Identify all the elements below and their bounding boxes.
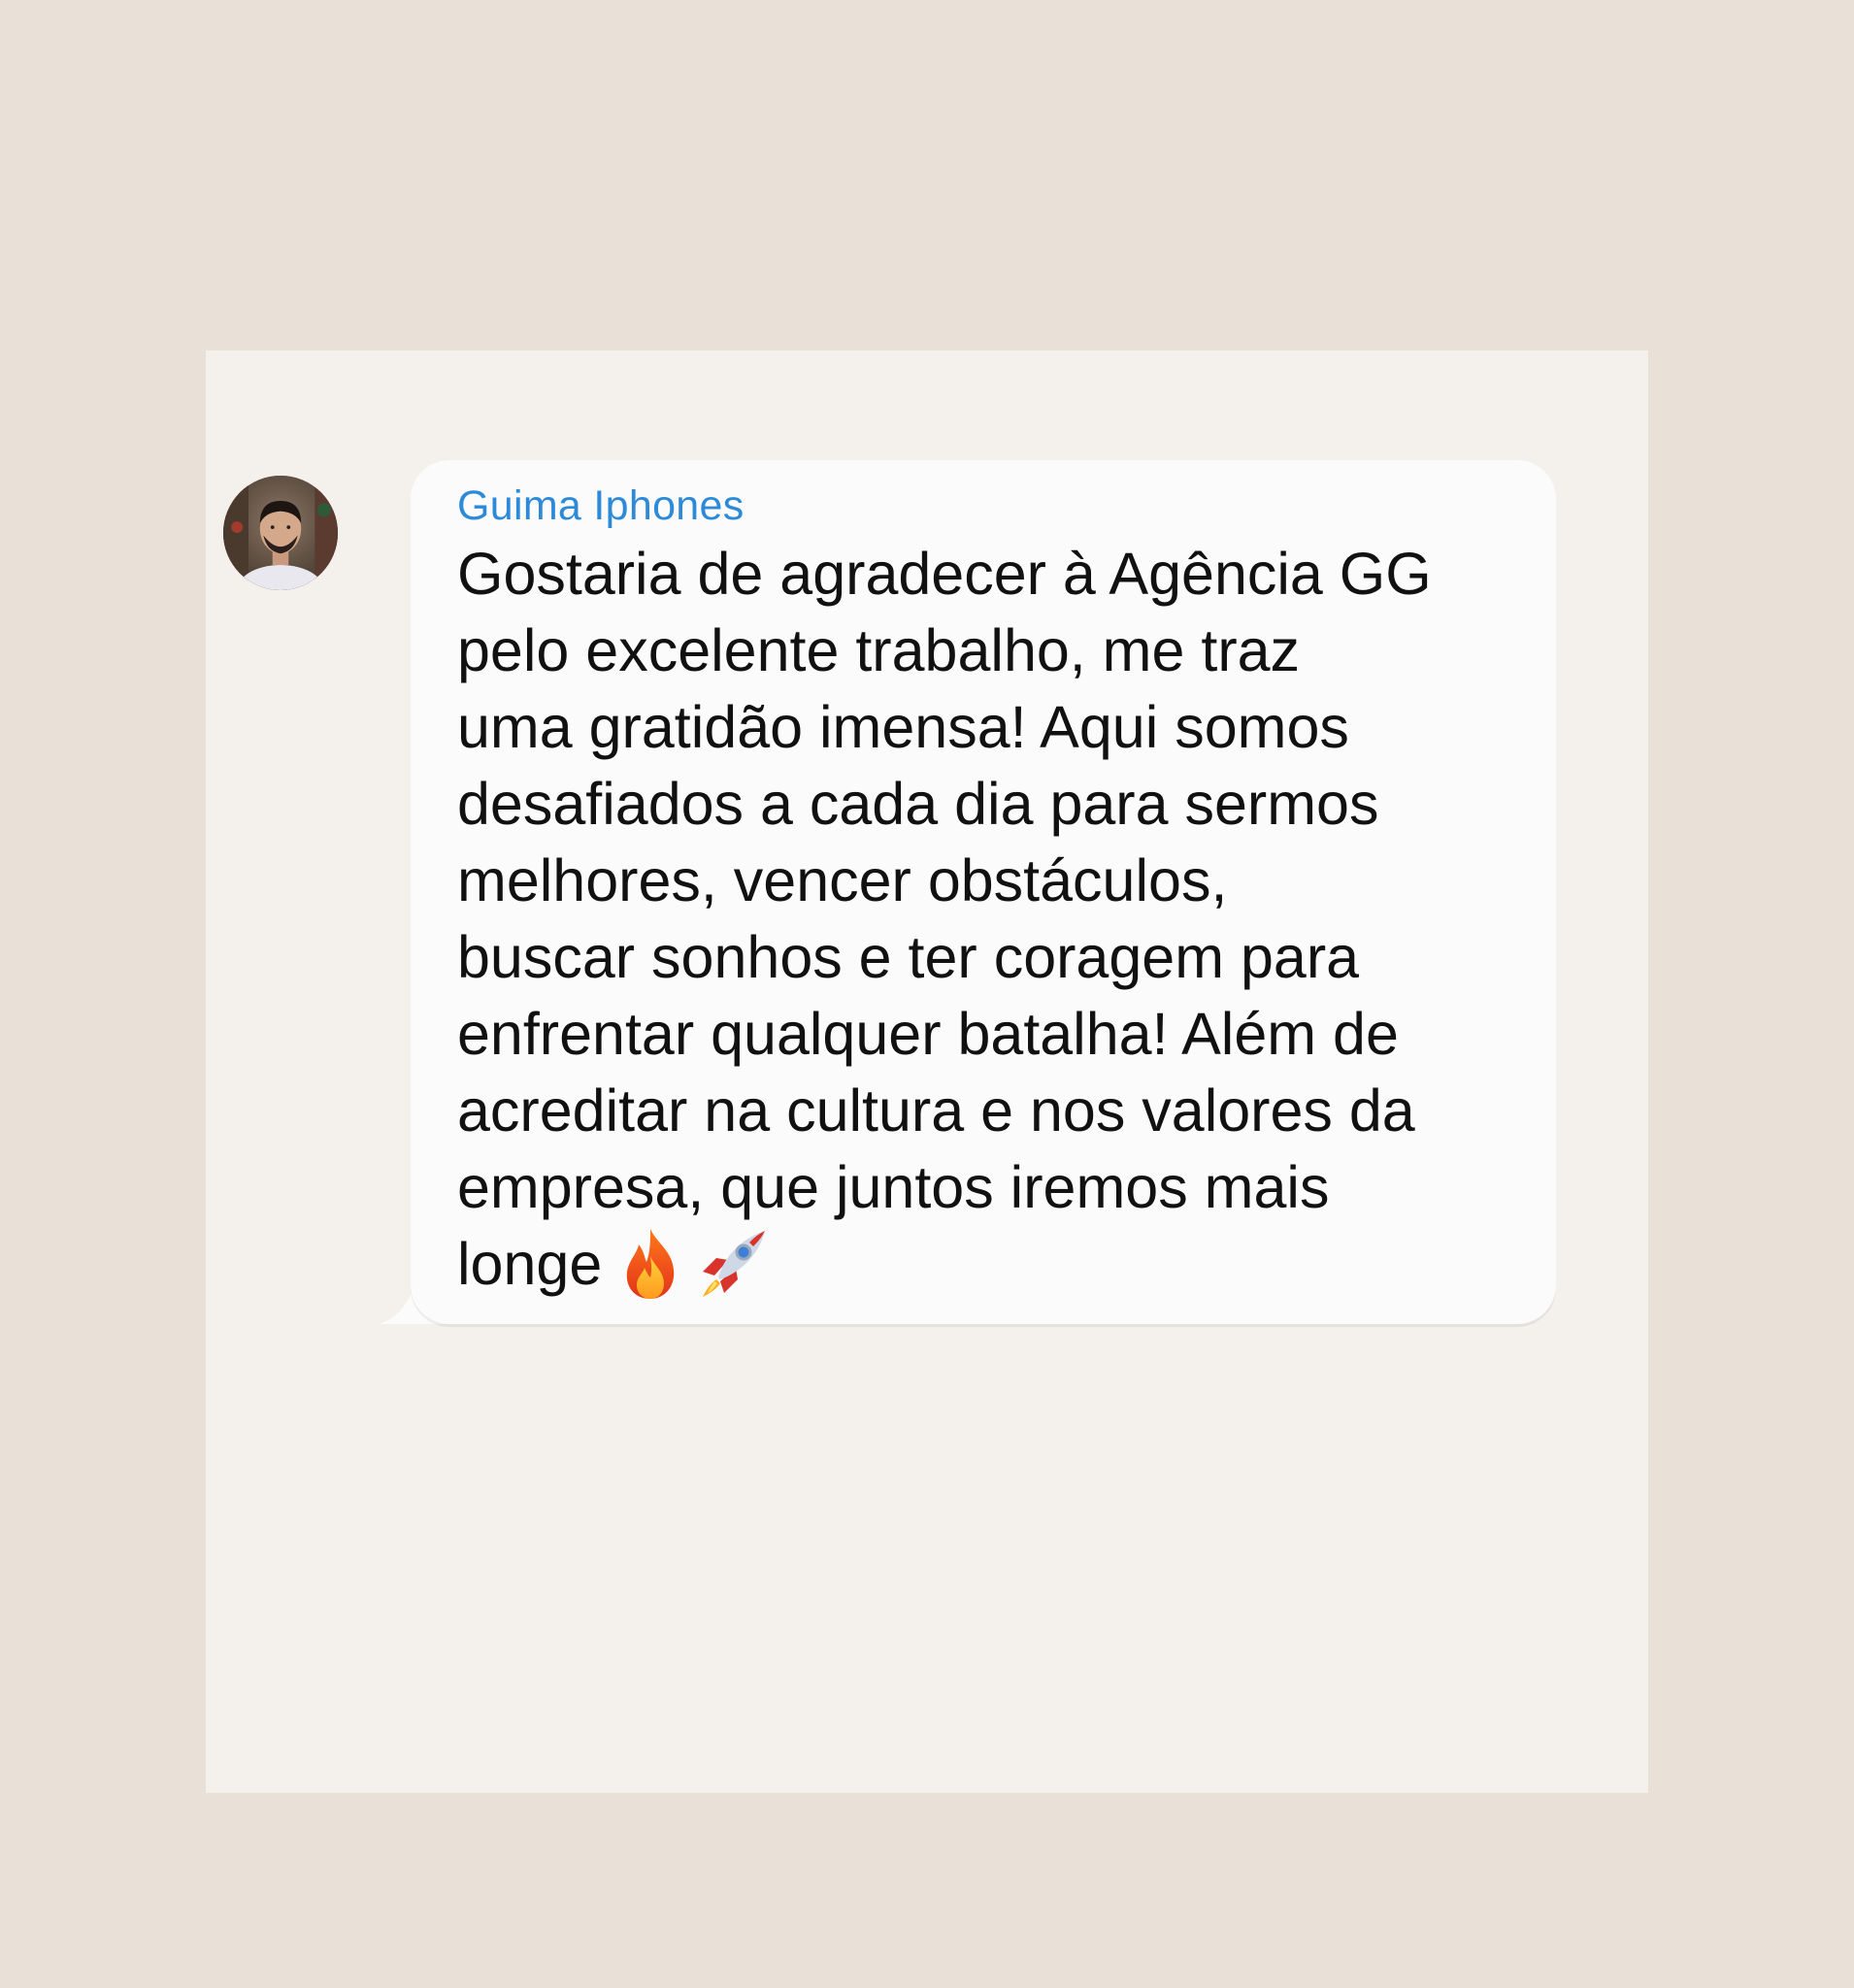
avatar-photo <box>223 476 338 590</box>
avatar[interactable] <box>223 476 338 590</box>
fire-icon <box>627 1228 675 1299</box>
message-line: acreditar na cultura e nos valores da <box>457 1077 1415 1143</box>
message-line: desafiados a cada dia para sermos <box>457 771 1379 837</box>
message-line: pelo excelente trabalho, me traz <box>457 617 1301 683</box>
message-last-line: longe <box>457 1226 1511 1303</box>
message-line: melhores, vencer obstáculos, <box>457 847 1228 913</box>
message-line: enfrentar qualquer batalha! Além de <box>457 1001 1399 1067</box>
message-line: longe <box>457 1231 603 1297</box>
message-line: empresa, que juntos iremos mais <box>457 1154 1330 1220</box>
message-line: buscar sonhos e ter coragem para <box>457 924 1360 990</box>
message-line: uma gratidão imensa! Aqui somos <box>457 694 1349 760</box>
sender-name[interactable]: Guima Iphones <box>457 480 1511 532</box>
message-bubble-group: Guima Iphones Gostaria de agradecer à Ag… <box>379 460 1556 1324</box>
message-text: Gostaria de agradecer à Agência GG pelo … <box>457 536 1511 1303</box>
message-bubble[interactable]: Guima Iphones Gostaria de agradecer à Ag… <box>411 460 1556 1324</box>
rocket-icon <box>703 1230 766 1297</box>
message-line: Gostaria de agradecer à Agência GG <box>457 541 1432 607</box>
testimonial-card: Guima Iphones Gostaria de agradecer à Ag… <box>206 350 1648 1793</box>
